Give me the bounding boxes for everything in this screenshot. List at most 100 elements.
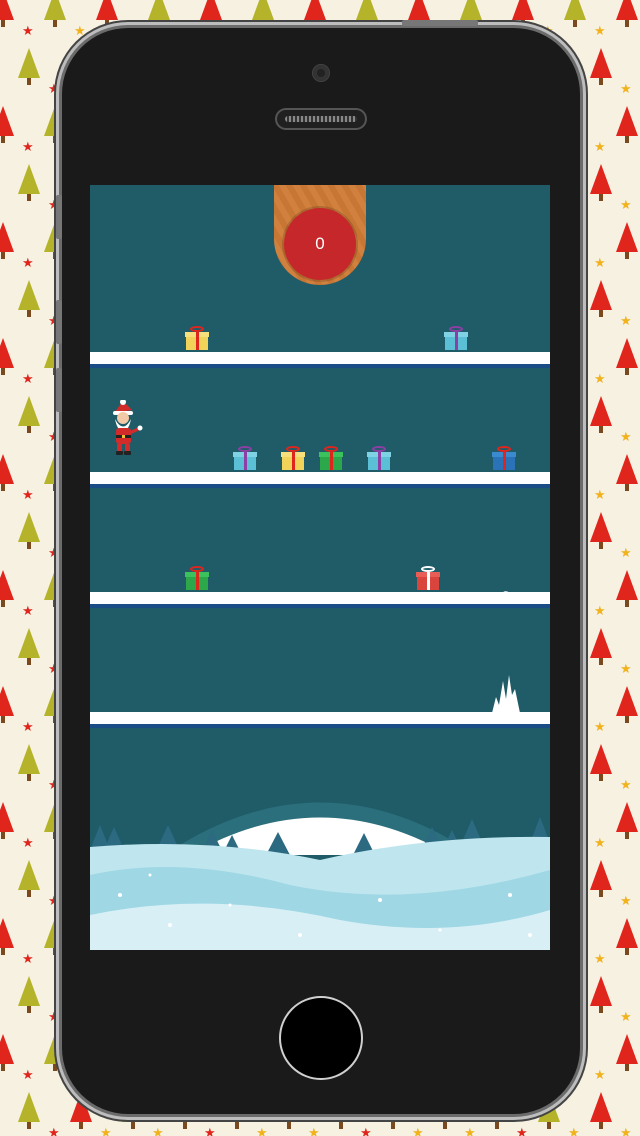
home-button-icon[interactable]: [279, 996, 363, 1080]
gift-icon: [185, 326, 209, 350]
tree-pattern-icon: [460, 0, 482, 27]
star-pattern-icon: ★: [620, 197, 632, 212]
tree-pattern-icon: [18, 628, 40, 665]
star-pattern-icon: ★: [48, 1009, 60, 1024]
tree-pattern-icon: [0, 918, 14, 955]
gift-icon: [281, 446, 305, 470]
mute-switch: [56, 195, 62, 239]
star-pattern-icon: ★: [620, 893, 632, 908]
tree-pattern-icon: [616, 0, 638, 27]
tree-pattern-icon: [18, 512, 40, 549]
gift-icon: [367, 446, 391, 470]
star-pattern-icon: ★: [308, 1125, 320, 1136]
star-pattern-icon: ★: [620, 1009, 632, 1024]
tree-pattern-icon: [616, 686, 638, 723]
tree-pattern-icon: [616, 918, 638, 955]
tree-pattern-icon: [0, 1034, 14, 1071]
ice-spike-icon: [492, 675, 520, 718]
platform-4: [90, 712, 550, 728]
tree-pattern-icon: [590, 1092, 612, 1129]
tree-pattern-icon: [408, 0, 430, 27]
star-pattern-icon: ★: [594, 487, 606, 502]
star-pattern-icon: ★: [22, 255, 34, 270]
star-pattern-icon: ★: [594, 139, 606, 154]
platform-2: [90, 472, 550, 488]
star-pattern-icon: ★: [594, 371, 606, 386]
tree-pattern-icon: [44, 0, 66, 27]
star-pattern-icon: ★: [204, 1125, 216, 1136]
tree-pattern-icon: [18, 744, 40, 781]
gift-icon: [185, 566, 209, 590]
star-pattern-icon: ★: [22, 835, 34, 850]
star-pattern-icon: ★: [594, 1067, 606, 1082]
tree-pattern-icon: [18, 976, 40, 1013]
star-pattern-icon: ★: [48, 429, 60, 444]
tree-pattern-icon: [616, 1034, 638, 1071]
star-pattern-icon: ★: [22, 1067, 34, 1082]
tree-pattern-icon: [590, 48, 612, 85]
star-pattern-icon: ★: [22, 139, 34, 154]
star-pattern-icon: ★: [152, 1125, 164, 1136]
tree-pattern-icon: [148, 0, 170, 27]
tree-pattern-icon: [590, 628, 612, 665]
tree-pattern-icon: [0, 570, 14, 607]
power-button: [402, 20, 478, 26]
star-pattern-icon: ★: [74, 23, 86, 38]
tree-pattern-icon: [0, 802, 14, 839]
tree-pattern-icon: [18, 860, 40, 897]
star-pattern-icon: ★: [22, 603, 34, 618]
tree-pattern-icon: [18, 164, 40, 201]
tree-pattern-icon: [252, 0, 274, 27]
star-pattern-icon: ★: [620, 313, 632, 328]
star-pattern-icon: ★: [594, 603, 606, 618]
star-pattern-icon: ★: [22, 951, 34, 966]
tree-pattern-icon: [616, 106, 638, 143]
game-screen[interactable]: 0: [90, 185, 550, 950]
snow-pile-icon: [492, 585, 520, 603]
star-pattern-icon: ★: [594, 835, 606, 850]
tree-pattern-icon: [0, 338, 14, 375]
tree-pattern-icon: [590, 396, 612, 433]
star-pattern-icon: ★: [620, 545, 632, 560]
star-pattern-icon: ★: [256, 1125, 268, 1136]
star-pattern-icon: ★: [620, 661, 632, 676]
tree-pattern-icon: [512, 0, 534, 27]
tree-pattern-icon: [590, 744, 612, 781]
tree-pattern-icon: [0, 0, 14, 27]
tree-pattern-icon: [0, 686, 14, 723]
star-pattern-icon: ★: [48, 661, 60, 676]
tree-pattern-icon: [590, 860, 612, 897]
gift-icon: [444, 326, 468, 350]
tree-pattern-icon: [590, 164, 612, 201]
tree-pattern-icon: [590, 280, 612, 317]
tree-pattern-icon: [200, 0, 222, 27]
star-pattern-icon: ★: [100, 1125, 112, 1136]
star-pattern-icon: ★: [22, 23, 34, 38]
star-pattern-icon: ★: [412, 1125, 424, 1136]
star-pattern-icon: ★: [594, 719, 606, 734]
gift-icon: [233, 446, 257, 470]
front-camera-icon: [313, 65, 329, 81]
volume-down-button: [56, 368, 62, 412]
tree-pattern-icon: [616, 570, 638, 607]
tree-pattern-icon: [616, 454, 638, 491]
gift-icon: [416, 566, 440, 590]
gift-icon: [492, 446, 516, 470]
star-pattern-icon: ★: [464, 1125, 476, 1136]
star-pattern-icon: ★: [620, 777, 632, 792]
star-pattern-icon: ★: [48, 893, 60, 908]
star-pattern-icon: ★: [22, 487, 34, 502]
star-pattern-icon: ★: [568, 1125, 580, 1136]
star-pattern-icon: ★: [48, 777, 60, 792]
star-pattern-icon: ★: [516, 1125, 528, 1136]
tree-pattern-icon: [304, 0, 326, 27]
tree-pattern-icon: [616, 338, 638, 375]
star-pattern-icon: ★: [360, 1125, 372, 1136]
tree-pattern-icon: [0, 222, 14, 259]
tree-pattern-icon: [590, 976, 612, 1013]
star-pattern-icon: ★: [48, 545, 60, 560]
tree-pattern-icon: [356, 0, 378, 27]
star-pattern-icon: ★: [594, 951, 606, 966]
tree-pattern-icon: [18, 396, 40, 433]
speaker-grille: [277, 110, 365, 128]
